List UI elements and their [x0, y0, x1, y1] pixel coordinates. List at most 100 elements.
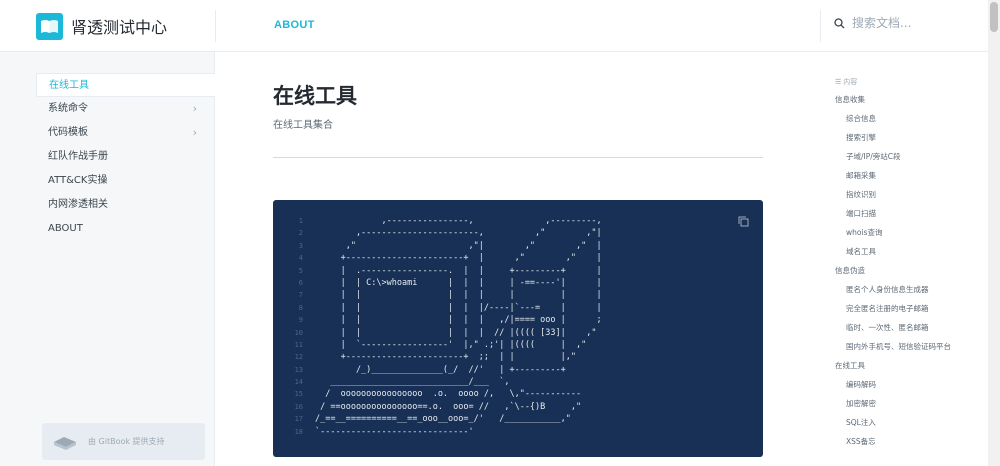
- copy-icon[interactable]: [738, 214, 749, 232]
- code-line: 1 ,----------------, ,---------,: [287, 215, 602, 227]
- book-icon: [36, 12, 63, 40]
- toc-item[interactable]: 综合信息: [822, 109, 988, 128]
- code-text: | `-----------------' |," .;'| |(((( | ,…: [315, 339, 587, 350]
- toc-item[interactable]: SQL注入: [822, 413, 988, 432]
- toc-item[interactable]: 临时、一次性、匿名邮箱: [822, 318, 988, 337]
- code-lines: 1 ,----------------, ,---------, 2 ,-----…: [287, 215, 602, 438]
- code-line: 12 +-----------------------+ ;; | | |,": [287, 351, 602, 363]
- code-line: 8 | | | | |/----|`---= | |: [287, 302, 602, 314]
- toc-item[interactable]: 搜索引擎: [822, 128, 988, 147]
- code-text: ," ,"| ," ," |: [315, 240, 602, 251]
- sidebar-item-intranet[interactable]: 内网渗透相关: [36, 193, 215, 217]
- line-number: 17: [294, 415, 303, 424]
- toc-item[interactable]: 在线工具: [822, 356, 988, 375]
- chevron-right-icon[interactable]: ›: [193, 121, 197, 145]
- sidebar-item-system-commands[interactable]: 系统命令 ›: [36, 97, 215, 121]
- code-line: 18 `-----------------------------': [287, 426, 602, 438]
- page-description: 在线工具集合: [273, 120, 333, 131]
- code-text: ,-----------------------, ," ,"|: [315, 228, 602, 239]
- toc-item[interactable]: whois查询: [822, 223, 988, 242]
- code-text: ___________________________/___ `,: [315, 377, 510, 388]
- line-number: 18: [294, 427, 303, 436]
- toc-item[interactable]: 邮箱采集: [822, 166, 988, 185]
- line-number: 8: [298, 303, 303, 312]
- scrollbar-thumb[interactable]: [990, 2, 998, 32]
- scrollbar[interactable]: [988, 0, 1000, 466]
- toc-item[interactable]: XSS备忘: [822, 432, 988, 451]
- page-title: 在线工具: [273, 84, 357, 108]
- brand[interactable]: 肾透测试中心: [36, 12, 167, 40]
- code-line: 13 /_)______________(_/ //' | +---------…: [287, 364, 602, 376]
- toc-item[interactable]: 编码解码: [822, 375, 988, 394]
- sidebar-item-attck[interactable]: ATT&CK实操: [36, 169, 215, 193]
- sidebar-item-label: ABOUT: [48, 223, 83, 234]
- line-number: 1: [298, 217, 303, 225]
- code-line: 7 | | | | | | | |: [287, 289, 602, 301]
- line-number: 3: [298, 241, 303, 250]
- toc-heading-label: 内容: [843, 79, 858, 86]
- code-text: | | | | | | | |: [315, 290, 602, 301]
- code-text: +-----------------------+ ;; | | |,": [315, 352, 576, 363]
- code-line: 5 | .-----------------. | | +---------+ …: [287, 265, 602, 277]
- code-text: ,----------------, ,---------,: [315, 216, 602, 226]
- gitbook-credit[interactable]: 由 GitBook 提供支持: [42, 423, 205, 460]
- line-number: 6: [298, 278, 303, 287]
- table-of-contents: ☰ 内容 信息收集 综合信息 搜索引擎 子域/IP/旁站C段 邮箱采集 指纹识别 端口扫描 w…: [822, 76, 988, 451]
- gitbook-icon: [54, 436, 76, 450]
- code-text: `-----------------------------': [315, 426, 474, 437]
- code-line: 10 | | | | | // |(((( [33]| ,": [287, 327, 602, 339]
- sidebar-item-red-team-manual[interactable]: 红队作战手册: [36, 145, 215, 169]
- toc-item[interactable]: 信息收集: [822, 90, 988, 109]
- line-number: 12: [294, 353, 303, 362]
- brand-title: 肾透测试中心: [71, 18, 168, 37]
- code-line: 15 / oooooooooooooooo .o. oooo /, \,"---…: [287, 388, 602, 400]
- toc-item[interactable]: 子域/IP/旁站C段: [822, 147, 988, 166]
- code-line: 2 ,-----------------------, ," ,"|: [287, 227, 602, 239]
- code-text: | | C:\>whoami | | | | -==----'| |: [315, 277, 602, 288]
- code-text: | | | | | // |(((( [33]| ,": [315, 327, 597, 338]
- header-about-link[interactable]: ABOUT: [274, 19, 315, 31]
- search-box[interactable]: [834, 16, 972, 30]
- code-text: / ==ooooooooooooooo==.o. ooo= // ,`\--{)…: [315, 401, 582, 412]
- toc-item[interactable]: 完全匿名注册的电子邮箱: [822, 299, 988, 318]
- toc-item[interactable]: 国内外手机号、短信验证码平台: [822, 337, 988, 356]
- code-line: 3 ," ,"| ," ," |: [287, 240, 602, 252]
- sidebar-item-label: ATT&CK实操: [48, 175, 108, 186]
- toc-item[interactable]: 端口扫描: [822, 204, 988, 223]
- toc-item[interactable]: 加密解密: [822, 394, 988, 413]
- code-text: /_)______________(_/ //' | +---------+: [315, 364, 566, 375]
- line-number: 13: [294, 365, 303, 374]
- sidebar-item-online-tools[interactable]: 在线工具: [36, 73, 215, 97]
- line-number: 7: [298, 291, 303, 300]
- sidebar-item-code-templates[interactable]: 代码模板 ›: [36, 121, 215, 145]
- code-text: | .-----------------. | | +---------+ |: [315, 265, 602, 276]
- header-divider: [215, 10, 216, 42]
- sidebar-item-about[interactable]: ABOUT: [36, 217, 215, 241]
- toc-item[interactable]: 域名工具: [822, 242, 988, 261]
- line-number: 11: [294, 340, 303, 349]
- sidebar-item-label: 在线工具: [49, 80, 89, 91]
- top-header: 肾透测试中心 ABOUT: [0, 0, 988, 52]
- search-icon: [834, 17, 845, 28]
- toc-item[interactable]: 信息伪造: [822, 261, 988, 280]
- gitbook-credit-text: 由 GitBook 提供支持: [88, 437, 165, 446]
- header-divider: [820, 10, 821, 42]
- divider: [273, 157, 763, 158]
- line-number: 16: [294, 402, 303, 411]
- code-line: 14 ___________________________/___ `,: [287, 376, 602, 388]
- sidebar-item-label: 代码模板: [48, 127, 88, 138]
- sidebar-item-label: 内网渗透相关: [48, 199, 108, 210]
- chevron-right-icon[interactable]: ›: [193, 97, 197, 121]
- list-icon: ☰: [835, 79, 844, 86]
- code-text: / oooooooooooooooo .o. oooo /, \,"------…: [315, 389, 582, 400]
- sidebar-nav: 在线工具 系统命令 › 代码模板 › 红队作战手册 ATT&CK实操 内网渗透相…: [36, 73, 215, 241]
- code-line: 4 +-----------------------+ | ," ," |: [287, 252, 602, 264]
- toc-item[interactable]: 匿名个人身份信息生成器: [822, 280, 988, 299]
- toc-item[interactable]: 指纹识别: [822, 185, 988, 204]
- code-block: 1 ,----------------, ,---------, 2 ,-----…: [273, 200, 763, 457]
- code-line: 11 | `-----------------' |," .;'| |(((( …: [287, 339, 602, 351]
- line-number: 14: [294, 378, 303, 387]
- line-number: 15: [294, 390, 303, 399]
- search-input[interactable]: [852, 16, 972, 30]
- line-number: 4: [298, 254, 303, 263]
